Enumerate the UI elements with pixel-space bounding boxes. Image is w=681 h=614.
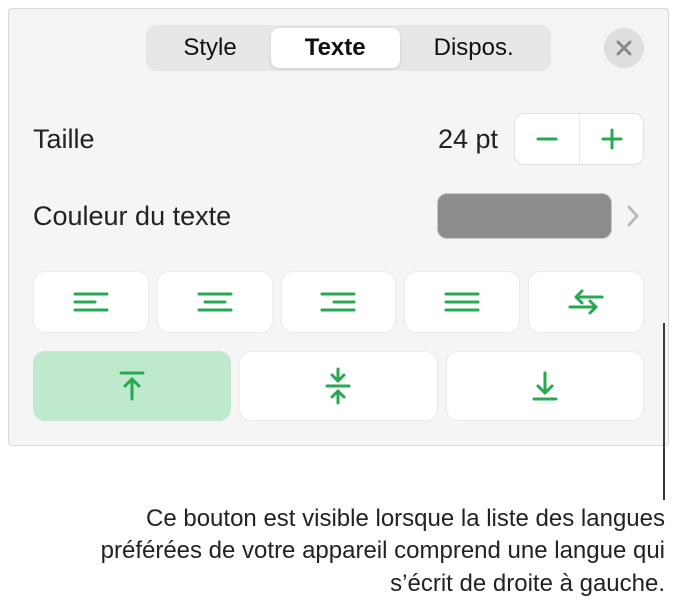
close-button[interactable] xyxy=(604,28,644,68)
tab-dispos[interactable]: Dispos. xyxy=(400,28,548,68)
valign-middle-icon xyxy=(323,367,353,405)
text-color-disclosure[interactable] xyxy=(622,200,644,232)
callout-caption: Ce bouton est visible lorsque la liste d… xyxy=(60,503,665,600)
text-direction-button[interactable] xyxy=(528,271,644,333)
align-left-icon xyxy=(73,290,109,314)
close-icon xyxy=(615,39,633,57)
align-justify-icon xyxy=(444,290,480,314)
plus-icon xyxy=(599,126,625,152)
align-center-button[interactable] xyxy=(157,271,273,333)
text-color-row: Couleur du texte xyxy=(33,179,644,253)
tab-texte[interactable]: Texte xyxy=(271,28,400,68)
size-value: 24 pt xyxy=(438,124,498,155)
align-left-button[interactable] xyxy=(33,271,149,333)
vertical-align-group xyxy=(33,351,644,421)
text-color-swatch[interactable] xyxy=(437,193,612,239)
align-right-icon xyxy=(320,290,356,314)
size-stepper xyxy=(514,113,644,165)
valign-bottom-button[interactable] xyxy=(446,351,644,421)
size-decrease-button[interactable] xyxy=(515,114,579,164)
text-color-label: Couleur du texte xyxy=(33,201,231,232)
valign-bottom-icon xyxy=(530,369,560,403)
callout-line xyxy=(663,323,665,500)
align-right-button[interactable] xyxy=(281,271,397,333)
horizontal-align-group xyxy=(33,271,644,333)
inspector-tabs: Style Texte Dispos. xyxy=(146,25,550,71)
size-label: Taille xyxy=(33,124,95,155)
valign-top-icon xyxy=(117,369,147,403)
chevron-right-icon xyxy=(626,204,640,228)
tab-style[interactable]: Style xyxy=(149,28,270,68)
minus-icon xyxy=(534,126,560,152)
align-justify-button[interactable] xyxy=(404,271,520,333)
valign-top-button[interactable] xyxy=(33,351,231,421)
align-center-icon xyxy=(197,290,233,314)
size-row: Taille 24 pt xyxy=(33,99,644,179)
tabs-row: Style Texte Dispos. xyxy=(33,25,644,71)
valign-middle-button[interactable] xyxy=(239,351,437,421)
format-panel: Style Texte Dispos. Taille 24 pt xyxy=(8,8,669,446)
size-increase-button[interactable] xyxy=(579,114,643,164)
text-direction-rtl-icon xyxy=(566,289,606,315)
